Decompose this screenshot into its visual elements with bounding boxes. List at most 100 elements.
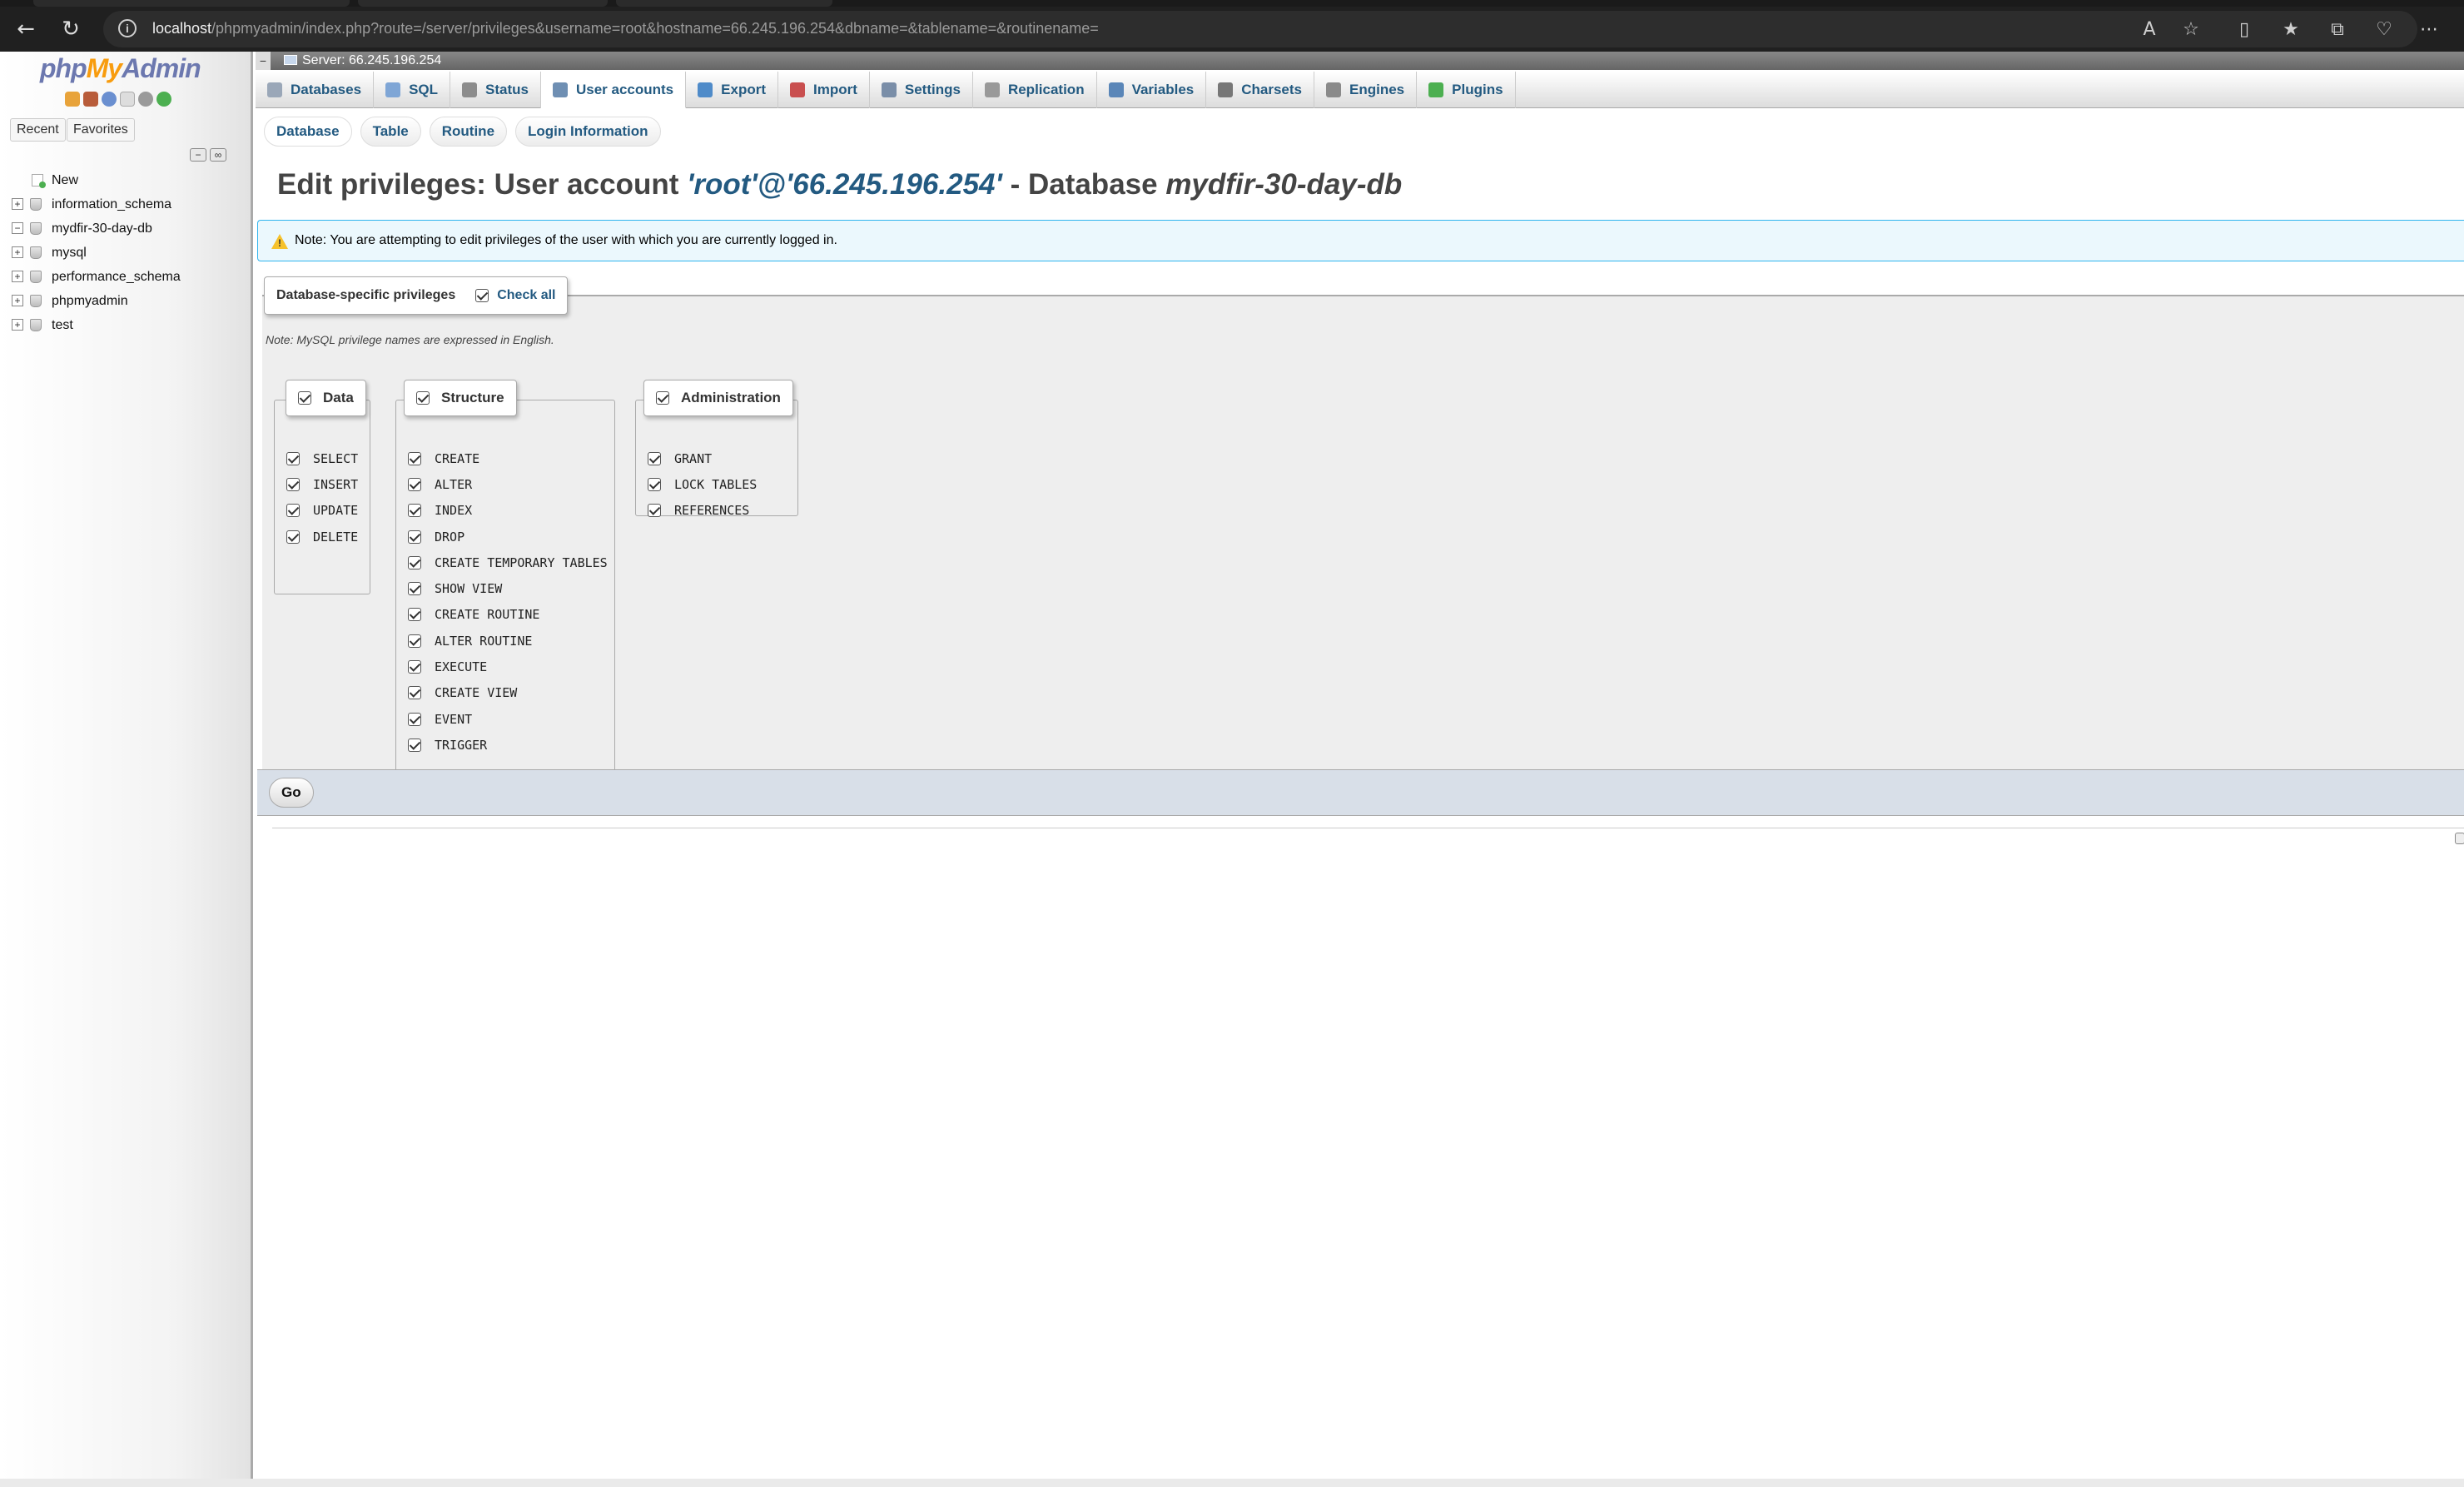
site-info-icon[interactable]: i	[118, 19, 137, 37]
expand-icon[interactable]: +	[12, 319, 23, 331]
browser-tab[interactable]	[33, 0, 350, 7]
menu-charsets[interactable]: Charsets	[1206, 72, 1315, 108]
menu-databases[interactable]: Databases	[256, 72, 375, 108]
link-with-main-icon[interactable]: ∞	[210, 148, 226, 162]
privilege-show-view[interactable]: SHOW VIEW	[408, 575, 608, 601]
url-text[interactable]: localhost/phpmyadmin/index.php?route=/se…	[152, 20, 1099, 37]
expand-icon[interactable]: +	[12, 271, 23, 282]
collapse-nav-icon[interactable]: −	[256, 52, 271, 70]
menu-engines[interactable]: Engines	[1314, 72, 1418, 108]
browser-tab[interactable]	[358, 0, 608, 7]
favorites-icon[interactable]: ★	[2279, 18, 2303, 42]
structure-group-checkbox[interactable]	[416, 391, 430, 405]
privilege-checkbox[interactable]	[408, 451, 421, 465]
privilege-select[interactable]: SELECT	[286, 445, 358, 471]
split-screen-icon[interactable]: ▯	[2233, 18, 2256, 42]
tree-item-test[interactable]: + test	[0, 313, 250, 337]
tree-item-mysql[interactable]: + mysql	[0, 241, 250, 265]
favorites-button[interactable]: Favorites	[67, 118, 135, 142]
menu-import[interactable]: Import	[778, 72, 870, 108]
favorite-star-icon[interactable]: ☆	[2179, 18, 2203, 42]
expand-icon[interactable]: +	[12, 198, 23, 210]
privilege-index[interactable]: INDEX	[408, 498, 608, 524]
reload-icon[interactable]: ↻	[60, 18, 82, 40]
help-icon[interactable]	[102, 92, 117, 107]
server-breadcrumb[interactable]: Server: 66.245.196.254	[284, 52, 441, 70]
privilege-checkbox[interactable]	[648, 504, 661, 518]
expand-icon[interactable]: +	[12, 295, 23, 306]
privilege-checkbox[interactable]	[408, 530, 421, 544]
privilege-references[interactable]: REFERENCES	[648, 498, 757, 524]
privilege-checkbox[interactable]	[286, 504, 300, 518]
privilege-lock-tables[interactable]: LOCK TABLES	[648, 471, 757, 497]
subtab-database[interactable]: Database	[264, 117, 352, 147]
privilege-checkbox[interactable]	[286, 530, 300, 544]
phpmyadmin-logo[interactable]: phpMyAdmin	[40, 53, 201, 84]
privilege-checkbox[interactable]	[408, 660, 421, 674]
data-group-checkbox[interactable]	[298, 391, 311, 405]
tree-item-performance-schema[interactable]: + performance_schema	[0, 265, 250, 289]
privilege-event[interactable]: EVENT	[408, 706, 608, 732]
privilege-insert[interactable]: INSERT	[286, 471, 358, 497]
menu-variables[interactable]: Variables	[1097, 72, 1207, 108]
check-all-label[interactable]: Check all	[497, 288, 555, 303]
read-aloud-icon[interactable]: A	[2138, 18, 2161, 42]
tree-item-mydfir-30-day-db[interactable]: − mydfir-30-day-db	[0, 216, 250, 241]
subtab-login-information[interactable]: Login Information	[515, 117, 661, 147]
privilege-checkbox[interactable]	[408, 712, 421, 726]
documentation-icon[interactable]	[120, 92, 135, 107]
menu-plugins[interactable]: Plugins	[1417, 72, 1516, 108]
tree-item-information-schema[interactable]: + information_schema	[0, 192, 250, 216]
home-icon[interactable]	[65, 92, 80, 107]
logout-icon[interactable]	[83, 92, 98, 107]
check-all-checkbox[interactable]	[475, 289, 489, 302]
privilege-drop[interactable]: DROP	[408, 524, 608, 550]
browser-essentials-icon[interactable]: ♡	[2372, 18, 2396, 42]
privilege-checkbox[interactable]	[648, 477, 661, 491]
privilege-checkbox[interactable]	[408, 634, 421, 648]
privilege-execute[interactable]: EXECUTE	[408, 654, 608, 679]
subtab-routine[interactable]: Routine	[429, 117, 508, 147]
settings-gear-icon[interactable]	[138, 92, 153, 107]
privilege-trigger[interactable]: TRIGGER	[408, 732, 608, 758]
privilege-create[interactable]: CREATE	[408, 445, 608, 471]
menu-export[interactable]: Export	[686, 72, 778, 108]
collapse-all-icon[interactable]: −	[190, 148, 206, 162]
privilege-checkbox[interactable]	[408, 477, 421, 491]
tree-item-phpmyadmin[interactable]: + phpmyadmin	[0, 289, 250, 313]
privilege-create-view[interactable]: CREATE VIEW	[408, 680, 608, 706]
privilege-checkbox[interactable]	[408, 608, 421, 622]
menu-settings[interactable]: Settings	[870, 72, 973, 108]
privilege-checkbox[interactable]	[408, 555, 421, 569]
menu-sql[interactable]: SQL	[374, 72, 451, 108]
tree-item-new[interactable]: New	[0, 168, 250, 192]
privilege-create-routine[interactable]: CREATE ROUTINE	[408, 602, 608, 628]
console-toggle-icon[interactable]	[2455, 833, 2464, 844]
go-button[interactable]: Go	[269, 778, 314, 808]
privilege-checkbox[interactable]	[408, 738, 421, 752]
privilege-grant[interactable]: GRANT	[648, 445, 757, 471]
privilege-create-temporary-tables[interactable]: CREATE TEMPORARY TABLES	[408, 550, 608, 575]
privilege-update[interactable]: UPDATE	[286, 498, 358, 524]
privilege-checkbox[interactable]	[408, 686, 421, 700]
more-menu-icon[interactable]: ⋯	[2417, 18, 2441, 42]
expand-icon[interactable]: +	[12, 246, 23, 258]
back-arrow-icon[interactable]: ←	[15, 18, 37, 40]
collections-icon[interactable]: ⧉	[2326, 18, 2349, 42]
privilege-alter-routine[interactable]: ALTER ROUTINE	[408, 628, 608, 654]
reload-nav-icon[interactable]	[156, 92, 171, 107]
browser-tab[interactable]	[616, 0, 832, 7]
privilege-checkbox[interactable]	[286, 477, 300, 491]
privilege-alter[interactable]: ALTER	[408, 471, 608, 497]
collapse-icon[interactable]: −	[12, 222, 23, 234]
check-all[interactable]: Check all	[475, 288, 555, 303]
subtab-table[interactable]: Table	[360, 117, 421, 147]
privilege-delete[interactable]: DELETE	[286, 524, 358, 550]
privilege-checkbox[interactable]	[286, 451, 300, 465]
administration-group-checkbox[interactable]	[656, 391, 669, 405]
menu-replication[interactable]: Replication	[973, 72, 1097, 108]
privilege-checkbox[interactable]	[408, 582, 421, 596]
privilege-checkbox[interactable]	[408, 504, 421, 518]
recent-button[interactable]: Recent	[10, 118, 66, 142]
menu-status[interactable]: Status	[450, 72, 541, 108]
